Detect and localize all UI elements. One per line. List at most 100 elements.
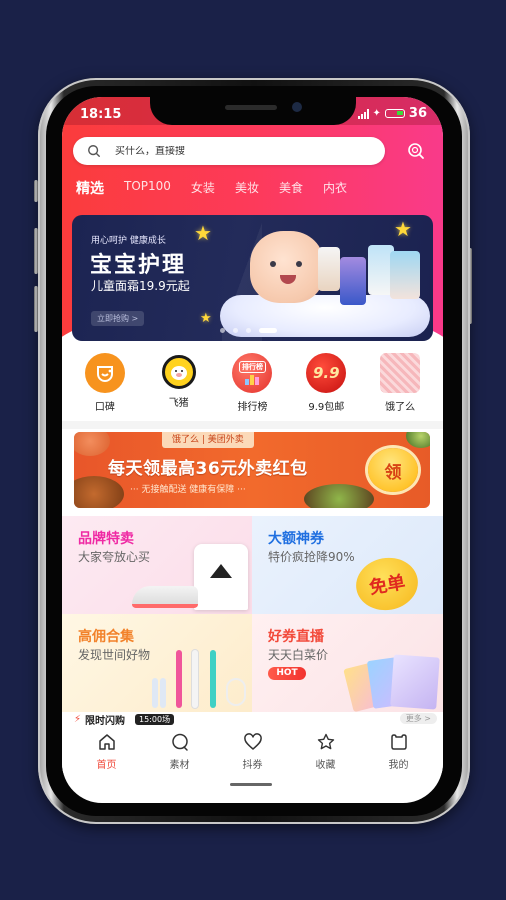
speaker: [225, 105, 277, 110]
claim-button[interactable]: 领: [368, 448, 418, 492]
tab-label: 素材: [169, 760, 190, 771]
tab-profile[interactable]: 我的: [369, 727, 429, 773]
app-screen: 18:15 ✦ 36 买什么，直接搜 精选 TOP100 女装 美妆 美食 内衣…: [62, 97, 443, 803]
tab-womens-wear[interactable]: 女装: [191, 179, 215, 198]
quick-icon-label: 飞猪: [168, 398, 189, 409]
flash-sale-icon: ⚡: [74, 713, 82, 725]
stage: 18:15 ✦ 36 买什么，直接搜 精选 TOP100 女装 美妆 美食 内衣…: [0, 0, 506, 900]
feature-grid: 品牌特卖 大家夸放心买 大额神券 特价疯抢降90% 免单 高佣合集 发现世间好物: [62, 516, 443, 712]
flash-sale-title: 限时闪购: [85, 715, 126, 727]
salad-illustration: [304, 484, 374, 508]
bottom-tab-bar: 首页 素材 抖券 收藏 我的: [62, 727, 443, 773]
product-box: [390, 251, 420, 299]
food-illustration: [74, 476, 124, 508]
carousel-dot-active[interactable]: [259, 328, 277, 333]
category-tabs: 精选 TOP100 女装 美妆 美食 内衣: [76, 179, 436, 198]
quick-icon-koubei[interactable]: 口碑: [70, 353, 140, 417]
section-divider: [62, 421, 443, 429]
product-pack-illustration: [390, 654, 440, 710]
card-title: 好券直播: [268, 629, 324, 645]
star-icon: ★: [200, 311, 212, 326]
quick-icon-eleme[interactable]: 饿了么: [365, 353, 435, 417]
quick-icon-free-shipping[interactable]: 9.9 9.9包邮: [291, 353, 361, 417]
avocado-illustration: [406, 432, 430, 448]
banner-subtitle: 儿童面霜19.9元起: [91, 279, 190, 293]
star-icon: ★: [194, 221, 212, 245]
takeout-promo-banner[interactable]: 饿了么 | 美团外卖 每天领最高36元外卖红包 ··· 无接触配送 健康有保障 …: [74, 432, 430, 508]
ranking-icon: 排行榜: [232, 353, 273, 393]
card-subtitle: 天天白菜价: [268, 648, 329, 662]
banner-title: 宝宝护理: [90, 253, 187, 278]
eleme-icon: [380, 353, 421, 393]
promo-subtitle: ··· 无接触配送 健康有保障 ···: [130, 485, 246, 495]
product-pouch: [340, 257, 366, 305]
card-title: 品牌特卖: [78, 531, 134, 547]
tab-materials[interactable]: 素材: [150, 727, 210, 773]
quick-icon-label: 排行榜: [237, 402, 268, 413]
toothbrush-illustration: [210, 650, 216, 708]
promo-title: 每天领最高36元外卖红包: [108, 459, 308, 479]
home-icon: [98, 734, 115, 750]
card-title: 高佣合集: [78, 629, 134, 645]
carousel-dot[interactable]: [233, 328, 238, 333]
search-row: [73, 137, 433, 165]
hero-banner[interactable]: 用心呵护 健康成长 宝宝护理 儿童面霜19.9元起 立即抢购 > ★ ★ ★: [72, 215, 433, 341]
banner-cta-button[interactable]: 立即抢购 >: [91, 311, 145, 326]
charger-cable-illustration: [226, 678, 246, 706]
product-pouch: [318, 247, 340, 291]
flash-sale-time: 15:00场: [135, 713, 175, 725]
quick-icon-label: 口碑: [94, 402, 115, 413]
ranking-badge-text: 排行榜: [238, 361, 266, 373]
home-indicator[interactable]: [230, 783, 272, 786]
flash-sale-strip[interactable]: ⚡ 限时闪购 15:00场 更多 >: [62, 712, 443, 727]
star-icon: ★: [394, 217, 412, 241]
tab-top100[interactable]: TOP100: [124, 179, 171, 198]
image-search-icon: [408, 143, 424, 159]
search-input[interactable]: [115, 145, 355, 157]
quick-icon-fliggy[interactable]: 飞猪: [144, 353, 214, 417]
card-high-commission[interactable]: 高佣合集 发现世间好物: [62, 614, 252, 712]
promo-tag: 饿了么 | 美团外卖: [162, 432, 254, 448]
card-big-coupon[interactable]: 大额神券 特价疯抢降90% 免单: [252, 516, 443, 614]
carousel-dot[interactable]: [220, 328, 225, 333]
tab-featured[interactable]: 精选: [76, 178, 104, 198]
card-coupon-live[interactable]: 好券直播 天天白菜价 HOT: [252, 614, 443, 712]
tab-label: 首页: [96, 760, 117, 771]
tab-favorites[interactable]: 收藏: [296, 727, 356, 773]
image-search-button[interactable]: [405, 140, 427, 162]
free-shipping-badge-text: 9.9: [312, 364, 340, 382]
banner-eyebrow: 用心呵护 健康成长: [91, 236, 166, 246]
tab-underwear[interactable]: 内衣: [323, 179, 347, 198]
charging-icon: ✦: [372, 108, 381, 119]
carousel-dot[interactable]: [246, 328, 251, 333]
tab-label: 我的: [388, 760, 409, 771]
toothbrush-illustration: [176, 650, 182, 708]
toothbrush-illustration: [192, 650, 198, 708]
status-indicators: ✦ 36: [357, 106, 427, 121]
tab-label: 收藏: [315, 760, 336, 771]
tab-food[interactable]: 美食: [279, 179, 303, 198]
tab-home[interactable]: 首页: [77, 727, 137, 773]
tab-beauty[interactable]: 美妆: [235, 179, 259, 198]
search-icon: [88, 145, 100, 157]
fliggy-icon: [161, 355, 196, 389]
card-title: 大额神券: [268, 531, 324, 547]
flash-sale-more-button[interactable]: 更多 >: [399, 713, 437, 724]
notch: [150, 97, 356, 125]
brush-head-illustration: [160, 678, 166, 708]
chat-bubble-icon: [171, 733, 188, 751]
sticker-text: 免单: [367, 572, 407, 599]
status-time: 18:15: [80, 107, 122, 122]
signal-icon: [357, 108, 369, 119]
card-brand-sale[interactable]: 品牌特卖 大家夸放心买: [62, 516, 252, 614]
quick-icon-label: 9.9包邮: [308, 402, 345, 413]
heart-icon: [243, 733, 262, 750]
quick-icon-ranking[interactable]: 排行榜 排行榜: [217, 353, 287, 417]
profile-icon: [390, 734, 407, 750]
free-shipping-icon: 9.9: [306, 353, 347, 393]
battery-icon: [384, 109, 405, 118]
tab-douyin-coupons[interactable]: 抖券: [223, 727, 283, 773]
status-bar: 18:15 ✦ 36: [62, 97, 443, 125]
search-box[interactable]: [73, 137, 385, 165]
front-camera: [292, 102, 302, 112]
